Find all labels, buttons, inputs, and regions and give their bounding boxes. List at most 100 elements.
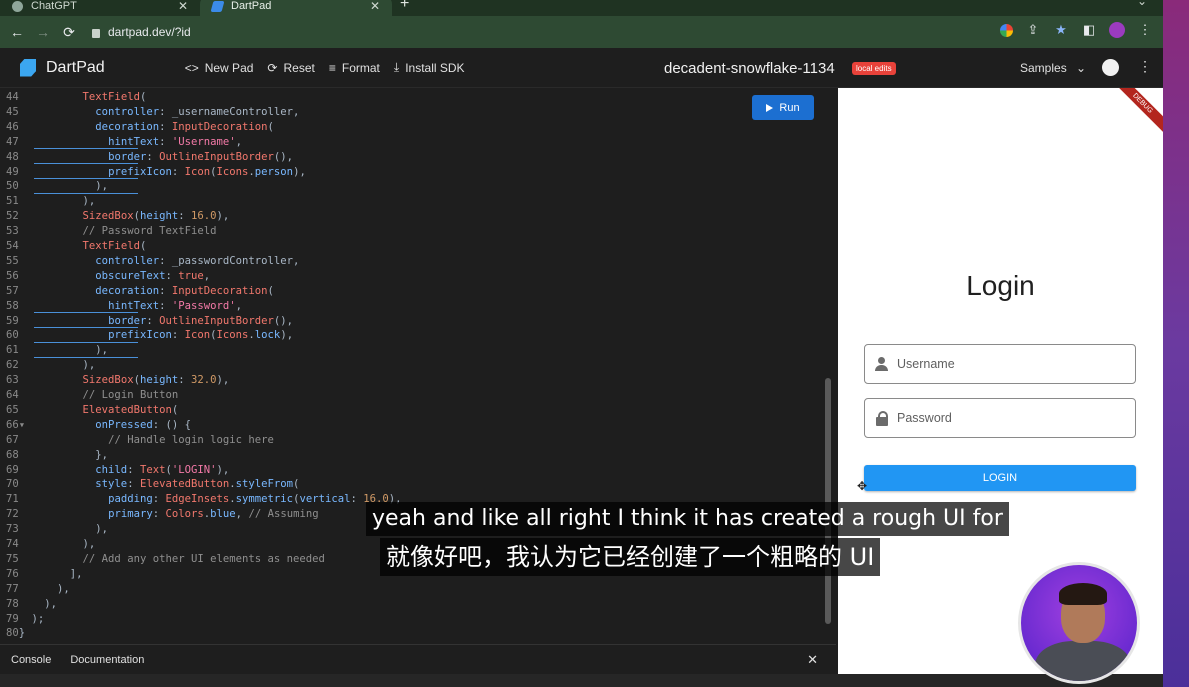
code-text: TextField( [82, 91, 147, 103]
lint-squiggle [34, 357, 138, 358]
code-line: 67 // Handle login logic here [0, 433, 836, 448]
code-line: 51 ), [0, 194, 836, 209]
code-text: style: ElevatedButton.styleFrom( [95, 478, 300, 491]
side-panel-icon[interactable]: ◧ [1081, 22, 1097, 38]
install-sdk-button[interactable]: ⤓ Install SDK [394, 60, 465, 75]
code-text: ), [6, 582, 70, 595]
code-line: 69 child: Text('LOGIN'), [0, 463, 836, 478]
new-pad-label: New Pad [204, 60, 254, 75]
code-line: 54 TextField( [0, 239, 836, 254]
browser-tab-dartpad[interactable]: DartPad ✕ [200, 0, 392, 16]
url-text: dartpad.dev/?id [108, 25, 191, 39]
run-label: Run [779, 101, 800, 114]
move-cursor-icon: ✥ [857, 479, 868, 493]
google-icon[interactable] [1000, 23, 1013, 37]
tab-documentation[interactable]: Documentation [70, 654, 144, 666]
dart-logo-icon [20, 58, 36, 77]
password-field[interactable]: Password [864, 398, 1136, 438]
github-icon[interactable] [1102, 59, 1119, 76]
code-line: 65 ElevatedButton( [0, 403, 836, 418]
username-field[interactable]: Username [864, 344, 1136, 384]
code-text: child: Text('LOGIN'), [95, 463, 230, 476]
person-icon [875, 357, 889, 371]
code-text: padding: EdgeInsets.symmetric(vertical: … [108, 493, 402, 506]
close-tab-icon[interactable]: ✕ [178, 0, 188, 13]
bookmark-star-icon[interactable]: ★ [1053, 22, 1069, 38]
samples-label: Samples [1020, 61, 1067, 75]
close-tab-icon[interactable]: ✕ [370, 0, 380, 13]
code-line: 80 } [0, 626, 836, 641]
new-tab-button[interactable]: + [400, 0, 409, 13]
pad-name: decadent-snowflake-1134 [664, 60, 835, 77]
username-hint: Username [897, 357, 955, 371]
webcam-overlay [1018, 562, 1140, 684]
format-button[interactable]: ≡ Format [329, 60, 380, 75]
lint-squiggle [34, 163, 138, 164]
subtitle-english: yeah and like all right I think it has c… [366, 502, 1009, 536]
reload-icon[interactable]: ⟳ [56, 24, 82, 41]
code-text: ), [6, 538, 96, 550]
browser-menu-icon[interactable]: ⋮ [1137, 22, 1153, 38]
close-icon[interactable]: ✕ [807, 652, 818, 668]
run-button[interactable]: Run [752, 95, 814, 120]
code-icon: <> [184, 60, 199, 75]
code-text: ), [6, 523, 109, 536]
code-text: // Handle login logic here [108, 433, 274, 446]
subtitle-chinese: 就像好吧，我认为它已经创建了一个粗略的 UI [380, 538, 881, 576]
browser-toolbar: ← → ⟳ dartpad.dev/?id ⇪ ★ ◧ ⋮ [0, 16, 1163, 48]
browser-tab-title: ChatGPT [31, 0, 77, 12]
lint-squiggle [34, 327, 138, 328]
new-pad-button[interactable]: <> New Pad [185, 60, 254, 75]
code-line: 64 // Login Button [0, 388, 836, 403]
desktop-background [1163, 0, 1189, 687]
code-text: // Password TextField [82, 225, 217, 238]
install-sdk-label: Install SDK [405, 60, 465, 75]
code-text: // Login Button [82, 389, 179, 401]
app-title: DartPad [46, 58, 105, 76]
code-line: 68 }, [0, 448, 836, 463]
lint-squiggle [34, 342, 138, 343]
code-text: }, [6, 448, 109, 461]
browser-tab-strip: ChatGPT ✕ DartPad ✕ + ⌄ [0, 0, 1163, 16]
editor-scrollbar[interactable] [825, 378, 831, 624]
format-icon: ≡ [328, 60, 336, 75]
tab-console[interactable]: Console [11, 654, 51, 666]
console-bar: Console Documentation ✕ [0, 644, 836, 674]
code-text: controller: _usernameController, [95, 105, 300, 118]
chatgpt-favicon-icon [12, 0, 23, 12]
code-line: 53 // Password TextField [0, 224, 836, 239]
code-text: primary: Colors.blue, // Assuming [108, 508, 319, 521]
code-line: 77 ), [0, 582, 836, 597]
header-actions: <> New Pad ⟳ Reset ≡ Format ⤓ Install SD… [185, 60, 465, 75]
reset-button[interactable]: ⟳ Reset [267, 60, 314, 75]
share-icon[interactable]: ⇪ [1025, 22, 1041, 38]
back-arrow-icon[interactable]: ← [4, 24, 30, 40]
code-line: 52 SizedBox(height: 16.0), [0, 209, 836, 224]
tab-search-chevron-icon[interactable]: ⌄ [1137, 0, 1147, 8]
code-line: 46 decoration: InputDecoration( [0, 120, 836, 135]
samples-dropdown[interactable]: Samples ⌄ [1020, 61, 1086, 75]
forward-arrow-icon[interactable]: → [30, 24, 56, 40]
lock-icon [875, 411, 889, 426]
code-line: 45 controller: _usernameController, [0, 105, 836, 120]
lint-squiggle [34, 312, 138, 313]
code-text: ], [6, 567, 83, 580]
login-button[interactable]: LOGIN [864, 465, 1136, 491]
code-text: decoration: InputDecoration( [95, 284, 274, 297]
code-text: SizedBox(height: 16.0), [82, 210, 230, 223]
code-line: 78 ), [0, 597, 836, 612]
local-edits-badge: local edits [852, 62, 896, 75]
code-line: 62 ), [0, 358, 836, 373]
presenter-hair [1059, 583, 1107, 605]
browser-tab-title: DartPad [231, 0, 272, 12]
code-text: } [6, 627, 26, 640]
code-text: // Add any other UI elements as needed [82, 552, 325, 565]
browser-tab-chatgpt[interactable]: ChatGPT ✕ [0, 0, 200, 16]
code-line: 79 ); [0, 612, 836, 627]
refresh-icon: ⟳ [267, 60, 278, 75]
code-text: ); [6, 612, 45, 625]
code-text: TextField( [82, 240, 147, 252]
address-bar[interactable]: dartpad.dev/?id [92, 25, 191, 39]
profile-avatar[interactable] [1109, 22, 1125, 38]
more-menu-icon[interactable]: ⋮ [1138, 58, 1152, 75]
